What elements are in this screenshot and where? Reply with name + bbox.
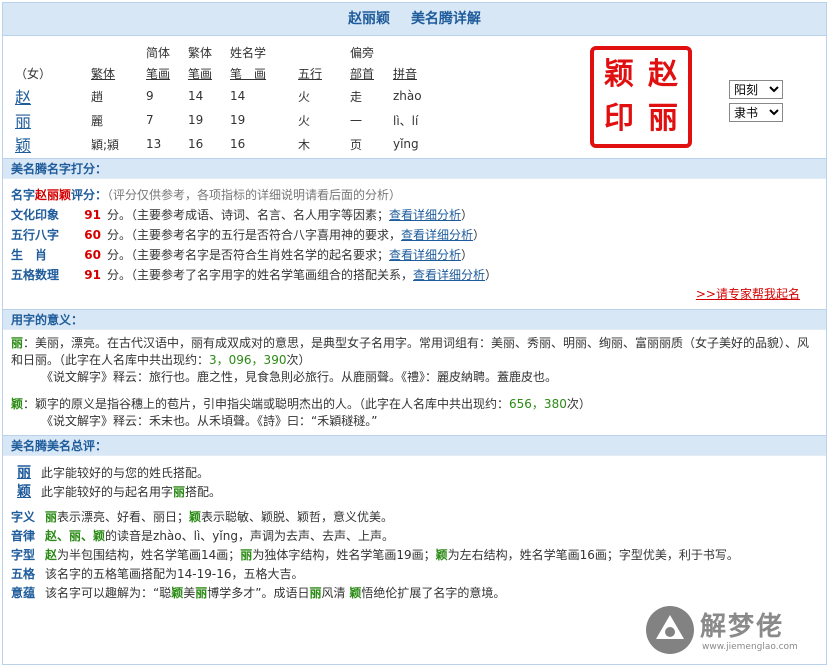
score-value: 91 bbox=[84, 208, 101, 222]
seal-style-select[interactable]: 阳刻 bbox=[729, 80, 783, 99]
score-row-wuxing: 五行八字 60 分。（主要参考名字的五行是否符合八字喜用神的要求，查看详细分析） bbox=[11, 225, 818, 245]
summary-row-sound: 音律 赵、丽、颖的读音是zhào、lì、yǐng，声调为去声、去声、上声。 bbox=[11, 529, 394, 543]
view-analysis-link[interactable]: 查看详细分析 bbox=[413, 268, 485, 282]
score-row-wuge: 五格数理 91 分。（主要参考了名字用字的姓名学笔画组合的搭配关系，查看详细分析） bbox=[11, 265, 818, 285]
header-simple-strokes: 笔画 bbox=[146, 67, 171, 81]
page-title-subtitle: 美名腾详解 bbox=[410, 11, 481, 27]
eye-pyramid-icon bbox=[646, 606, 694, 654]
score-row-culture: 文化印象 91 分。（主要参考成语、诗词、名言、名人用字等因素；查看详细分析） bbox=[11, 205, 818, 225]
meaning-section: 丽：美丽，漂亮。在古代汉语中，丽有成双成对的意思，是典型女子名用字。常用词组有：… bbox=[3, 330, 826, 436]
view-analysis-link[interactable]: 查看详细分析 bbox=[389, 248, 461, 262]
meaning-li: 丽：美丽，漂亮。在古代汉语中，丽有成双成对的意思，是典型女子名用字。常用词组有：… bbox=[11, 336, 810, 367]
name-seal-stamp: 赵 丽 颖 印 bbox=[590, 46, 692, 148]
main-frame: 赵丽颖 美名腾详解 简体 繁体 姓名学 偏旁 （女） 繁体 笔画 笔画 笔 画 … bbox=[2, 2, 827, 665]
usage-count: 3，096，390 bbox=[209, 353, 287, 367]
char-link-ying[interactable]: 颖 bbox=[15, 132, 91, 156]
seal-char: 赵 bbox=[648, 57, 678, 92]
character-table: 简体 繁体 姓名学 偏旁 （女） 繁体 笔画 笔画 笔 画 五行 部首 拼音 赵… bbox=[15, 42, 453, 156]
summary-row-meaning: 字义 丽表示漂亮、好看、丽日；颖表示聪敏、颖脱、颖哲，意义优美。 bbox=[11, 510, 394, 524]
table-header-top-row: 简体 繁体 姓名学 偏旁 bbox=[15, 42, 453, 63]
gender-label: （女） bbox=[15, 67, 52, 81]
table-header-row: （女） 繁体 笔画 笔画 笔 画 五行 部首 拼音 bbox=[15, 63, 453, 84]
score-value: 91 bbox=[84, 268, 101, 282]
table-row: 颖 穎;潁 13 16 16 木 页 yǐng bbox=[15, 132, 453, 156]
char-link-li[interactable]: 丽 bbox=[15, 108, 91, 132]
score-row-zodiac: 生 肖 60 分。（主要参考名字是否符合生肖姓名学的起名要求；查看详细分析） bbox=[11, 245, 818, 265]
site-watermark: 解梦佬 www.jiemenglao.com bbox=[646, 602, 816, 660]
view-analysis-link[interactable]: 查看详细分析 bbox=[389, 208, 461, 222]
usage-count: 656，380 bbox=[509, 397, 567, 411]
shuowen-ying: 《说文解字》释云：禾末也。从禾頃聲。《詩》曰：“禾穎穟穟。” bbox=[41, 414, 378, 428]
seal-char: 印 bbox=[604, 101, 634, 136]
expert-naming-row: >>请专家帮我起名 bbox=[11, 285, 818, 303]
score-section-heading: 美名腾名字打分： bbox=[3, 159, 826, 179]
header-name-strokes: 笔 画 bbox=[230, 67, 267, 81]
header-jianti: 简体 bbox=[146, 46, 171, 60]
seal-font-select[interactable]: 隶书 bbox=[729, 103, 783, 122]
summary-row-wuge: 五格 该名字的五格笔画搭配为14-19-16，五格大吉。 bbox=[11, 567, 304, 581]
view-analysis-link[interactable]: 查看详细分析 bbox=[401, 228, 473, 242]
table-row: 丽 麗 7 19 19 火 一 lì、lí bbox=[15, 108, 453, 132]
score-section: 名字赵丽颖评分：（评分仅供参考，各项指标的详细说明请看后面的分析） 文化印象 91… bbox=[3, 179, 826, 310]
scored-name: 赵丽颖 bbox=[35, 188, 72, 202]
score-intro: 名字赵丽颖评分：（评分仅供参考，各项指标的详细说明请看后面的分析） bbox=[11, 188, 402, 202]
expert-naming-link[interactable]: >>请专家帮我起名 bbox=[696, 287, 800, 301]
score-value: 60 bbox=[84, 228, 101, 242]
summary-row-shape: 字型 赵为半包围结构，姓名学笔画14画；丽为独体字结构，姓名学笔画19画；颖为左右… bbox=[11, 548, 739, 562]
header-trad-strokes: 笔画 bbox=[188, 67, 213, 81]
match-row-ying: 颖此字能较好的与起名用字丽搭配。 bbox=[17, 484, 222, 500]
match-row-li: 丽此字能较好的与您的姓氏搭配。 bbox=[17, 465, 210, 481]
shuowen-li: 《说文解字》释云：旅行也。鹿之性，見食急則必旅行。从鹿丽聲。《禮》：麗皮納聘。蓋… bbox=[41, 370, 558, 384]
header-wuxing: 五行 bbox=[298, 67, 323, 81]
name-info-panel: 简体 繁体 姓名学 偏旁 （女） 繁体 笔画 笔画 笔 画 五行 部首 拼音 赵… bbox=[3, 36, 826, 159]
title-bar: 赵丽颖 美名腾详解 bbox=[3, 3, 826, 36]
meaning-section-heading: 用字的意义： bbox=[3, 310, 826, 330]
page-title-name: 赵丽颖 bbox=[348, 11, 391, 27]
score-value: 60 bbox=[84, 248, 101, 262]
table-row: 赵 趙 9 14 14 火 走 zhào bbox=[15, 84, 453, 108]
header-fanti: 繁体 bbox=[188, 46, 213, 60]
header-radical: 部首 bbox=[350, 67, 375, 81]
summary-section: 丽此字能较好的与您的姓氏搭配。 颖此字能较好的与起名用字丽搭配。 字义 丽表示漂亮… bbox=[3, 456, 826, 611]
header-pianpang: 偏旁 bbox=[350, 46, 375, 60]
summary-section-heading: 美名腾美名总评： bbox=[3, 436, 826, 456]
header-pinyin: 拼音 bbox=[393, 67, 418, 81]
meaning-ying: 颖：颖字的原义是指谷穗上的苞片，引申指尖端或聪明杰出的人。（此字在人名库中共出现… bbox=[11, 397, 591, 411]
header-traditional: 繁体 bbox=[91, 67, 116, 81]
char-link-zhao[interactable]: 赵 bbox=[15, 84, 91, 108]
watermark-text: 解梦佬 bbox=[700, 612, 785, 642]
summary-row-yiyun: 意蕴 该名字可以趣解为：“聪颖美丽博学多才”。成语日丽风清 颖悟绝伦扩展了名字的意… bbox=[11, 586, 506, 600]
header-xingmingxue: 姓名学 bbox=[230, 46, 267, 60]
watermark-url: www.jiemenglao.com bbox=[702, 642, 798, 652]
seal-char: 丽 bbox=[648, 101, 678, 136]
seal-char: 颖 bbox=[604, 57, 634, 92]
